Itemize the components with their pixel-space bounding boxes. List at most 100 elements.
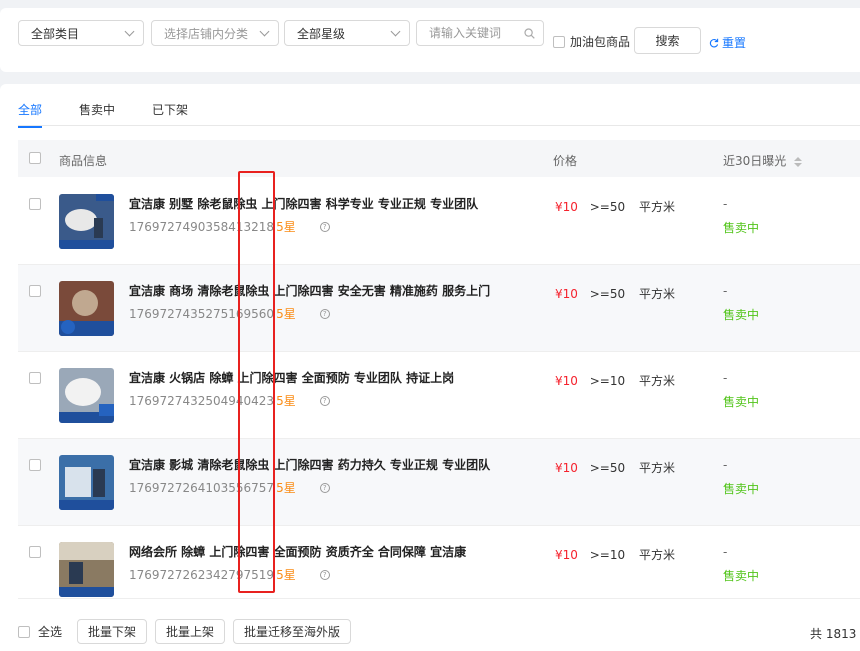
product-name[interactable]: 网络会所 除蟑 上门除四害 全面预防 资质齐全 合同保障 宜洁康 xyxy=(129,543,466,560)
annotation-highlight-box xyxy=(238,171,275,593)
select-all-checkbox[interactable] xyxy=(18,625,30,638)
price-range: >=50 xyxy=(589,461,626,475)
price-range: >=10 xyxy=(589,374,626,388)
row-select-checkbox[interactable] xyxy=(29,372,41,384)
category-select[interactable]: 全部类目 xyxy=(18,20,144,46)
product-thumbnail[interactable] xyxy=(59,542,114,597)
chevron-down-icon xyxy=(390,26,401,36)
search-button[interactable]: 搜索 xyxy=(634,27,701,54)
product-star-rating: 5星 xyxy=(276,220,296,234)
tab-divider xyxy=(18,125,860,126)
price-range: >=50 xyxy=(589,200,626,214)
price-unit: 平方米 xyxy=(638,200,675,214)
rating-select[interactable]: 全部星级 xyxy=(284,20,410,46)
exposure-value: - xyxy=(723,284,728,298)
price-range: >=50 xyxy=(589,287,626,301)
keyword-input[interactable] xyxy=(429,26,517,40)
product-name[interactable]: 宜洁康 影城 清除老鼠除虫 上门除四害 药力持久 专业正规 专业团队 xyxy=(129,456,490,473)
sort-icon[interactable] xyxy=(794,156,803,167)
product-name[interactable]: 宜洁康 别墅 除老鼠除虫 上门除四害 科学专业 专业正规 专业团队 xyxy=(129,195,478,212)
store-category-select[interactable]: 选择店铺内分类 xyxy=(151,20,279,46)
exposure-value: - xyxy=(723,545,728,559)
row-select-checkbox[interactable] xyxy=(29,459,41,471)
column-product-info: 商品信息 xyxy=(59,154,108,168)
store-category-placeholder: 选择店铺内分类 xyxy=(164,26,249,41)
product-id: 1769727432504940423 5星 ? xyxy=(129,392,330,409)
column-price: 价格 xyxy=(553,154,578,168)
product-thumbnail[interactable] xyxy=(59,455,114,510)
product-star-rating: 5星 xyxy=(276,481,296,495)
tab-on-sale[interactable]: 售卖中 xyxy=(79,101,115,128)
product-name[interactable]: 宜洁康 火锅店 除蟑 上门除四害 全面预防 专业团队 持证上岗 xyxy=(129,369,454,386)
product-price: ¥10 >=50 平方米 xyxy=(555,459,675,476)
exposure-value: - xyxy=(723,371,728,385)
product-id: 1769727264103556757 5星 ? xyxy=(129,479,330,496)
oil-pack-checkbox[interactable] xyxy=(553,35,565,48)
product-price: ¥10 >=50 平方米 xyxy=(555,285,675,302)
table-row: 宜洁康 影城 清除老鼠除虫 上门除四害 药力持久 专业正规 专业团队 17697… xyxy=(18,439,860,526)
product-thumbnail[interactable] xyxy=(59,281,114,336)
help-icon[interactable]: ? xyxy=(319,482,330,493)
product-star-rating: 5星 xyxy=(276,394,296,408)
select-all[interactable]: 全选 xyxy=(18,623,62,640)
row-select-checkbox[interactable] xyxy=(29,285,41,297)
status-tabs: 全部 售卖中 已下架 xyxy=(18,101,225,128)
product-price: ¥10 >=50 平方米 xyxy=(555,198,675,215)
product-thumbnail[interactable] xyxy=(59,368,114,423)
header-select-checkbox[interactable] xyxy=(29,152,41,164)
refresh-icon xyxy=(709,38,719,47)
price-amount: ¥10 xyxy=(555,374,578,388)
status-badge: 售卖中 xyxy=(723,569,760,583)
price-amount: ¥10 xyxy=(555,548,578,562)
column-exposure[interactable]: 近30日曝光 xyxy=(723,152,803,169)
help-icon[interactable]: ? xyxy=(319,569,330,580)
exposure-value: - xyxy=(723,197,728,211)
product-star-rating: 5星 xyxy=(276,307,296,321)
price-unit: 平方米 xyxy=(638,548,675,562)
table-row: 网络会所 除蟑 上门除四害 全面预防 资质齐全 合同保障 宜洁康 1769727… xyxy=(18,526,860,599)
status-badge: 售卖中 xyxy=(723,308,760,322)
price-unit: 平方米 xyxy=(638,374,675,388)
price-unit: 平方米 xyxy=(638,461,675,475)
product-star-rating: 5星 xyxy=(276,568,296,582)
product-price: ¥10 >=10 平方米 xyxy=(555,546,675,563)
tab-all[interactable]: 全部 xyxy=(18,101,43,128)
oil-pack-label: 加油包商品 xyxy=(570,35,631,49)
product-price: ¥10 >=10 平方米 xyxy=(555,372,675,389)
table-header: 商品信息 价格 近30日曝光 xyxy=(18,140,860,177)
price-amount: ¥10 xyxy=(555,200,578,214)
status-badge: 售卖中 xyxy=(723,395,760,409)
help-icon[interactable]: ? xyxy=(319,395,330,406)
product-id: 1769727262342797519 5星 ? xyxy=(129,566,330,583)
oil-pack-filter[interactable]: 加油包商品 xyxy=(553,33,630,50)
product-name[interactable]: 宜洁康 商场 清除老鼠除虫 上门除四害 安全无害 精准施药 服务上门 xyxy=(129,282,490,299)
table-row: 宜洁康 火锅店 除蟑 上门除四害 全面预防 专业团队 持证上岗 17697274… xyxy=(18,352,860,439)
price-amount: ¥10 xyxy=(555,461,578,475)
category-select-value: 全部类目 xyxy=(31,26,80,41)
product-id: 1769727435275169560 5星 ? xyxy=(129,305,330,322)
chevron-down-icon xyxy=(259,26,270,36)
total-count: 共 1813 条 xyxy=(810,627,860,641)
select-all-label: 全选 xyxy=(38,625,63,639)
column-exposure-label: 近30日曝光 xyxy=(723,154,787,168)
reset-label: 重置 xyxy=(722,36,747,50)
table-row: 宜洁康 商场 清除老鼠除虫 上门除四害 安全无害 精准施药 服务上门 17697… xyxy=(18,265,860,352)
reset-button[interactable]: 重置 xyxy=(709,34,746,51)
search-icon xyxy=(524,27,535,39)
exposure-value: - xyxy=(723,458,728,472)
help-icon[interactable]: ? xyxy=(319,221,330,232)
price-range: >=10 xyxy=(589,548,626,562)
batch-migrate-button[interactable]: 批量迁移至海外版 xyxy=(233,619,352,644)
price-amount: ¥10 xyxy=(555,287,578,301)
rating-select-value: 全部星级 xyxy=(297,26,346,41)
product-id: 1769727490358413218 5星 ? xyxy=(129,218,330,235)
row-select-checkbox[interactable] xyxy=(29,546,41,558)
batch-off-shelf-button[interactable]: 批量下架 xyxy=(77,619,148,644)
batch-on-shelf-button[interactable]: 批量上架 xyxy=(155,619,226,644)
row-select-checkbox[interactable] xyxy=(29,198,41,210)
tab-off-shelf[interactable]: 已下架 xyxy=(152,101,188,128)
help-icon[interactable]: ? xyxy=(319,308,330,319)
product-thumbnail[interactable] xyxy=(59,194,114,249)
keyword-search-field[interactable] xyxy=(416,20,544,46)
chevron-down-icon xyxy=(124,26,135,36)
